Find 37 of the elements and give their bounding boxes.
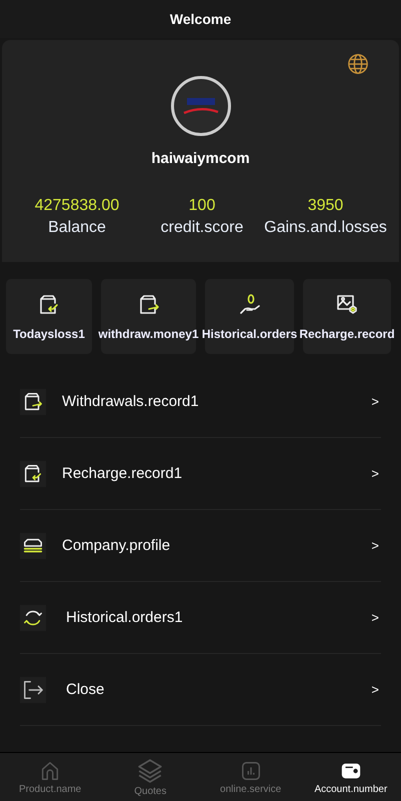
username: haiwaiymcom xyxy=(151,150,250,167)
menu-item[interactable]: Recharge.record1 > xyxy=(20,438,381,510)
stat-label: credit.score xyxy=(160,219,244,237)
chevron: > xyxy=(371,394,379,409)
coin-hand-icon xyxy=(238,292,262,316)
tab[interactable]: Product.name xyxy=(0,753,100,801)
wallet-arrow-icon xyxy=(22,462,44,484)
menu-item[interactable]: Withdrawals.record1 > xyxy=(20,366,381,438)
bar-chart-icon xyxy=(240,760,262,782)
stat-value: 4275838.00 xyxy=(34,197,120,215)
chevron: > xyxy=(371,538,379,553)
tab[interactable]: Account.number xyxy=(300,753,401,801)
menu-label: Close xyxy=(66,681,106,698)
stat-label: Gains.and.losses xyxy=(264,219,387,237)
menu-item[interactable]: Close > xyxy=(20,654,381,726)
menu-label: Withdrawals.record1 xyxy=(62,393,200,410)
menu-label: Company.profile xyxy=(62,537,172,554)
menu-label: Recharge.record1 xyxy=(62,465,184,482)
stat-value: 3950 xyxy=(308,197,344,215)
menu-item[interactable]: Company.profile > xyxy=(20,510,381,582)
globe-icon[interactable] xyxy=(347,53,369,75)
menu-label: Historical.orders1 xyxy=(66,609,184,626)
chevron: > xyxy=(371,466,379,481)
quick-action-button[interactable]: Todaysloss1 xyxy=(6,279,92,354)
layers-icon xyxy=(137,758,164,784)
tab[interactable]: Quotes xyxy=(100,753,200,801)
wallet-arrow-icon xyxy=(22,390,44,412)
logo-drawing xyxy=(180,96,220,116)
logout-icon xyxy=(22,678,44,700)
menu-item[interactable]: Historical.orders1 > xyxy=(20,582,381,654)
page-title: Welcome xyxy=(170,11,232,27)
stat-value: 100 xyxy=(188,197,216,215)
stat-label: Balance xyxy=(48,219,106,237)
tab[interactable]: online.service xyxy=(200,753,301,801)
chevron: > xyxy=(371,610,379,625)
chevron: > xyxy=(371,682,379,697)
image-gear-icon xyxy=(335,292,359,316)
